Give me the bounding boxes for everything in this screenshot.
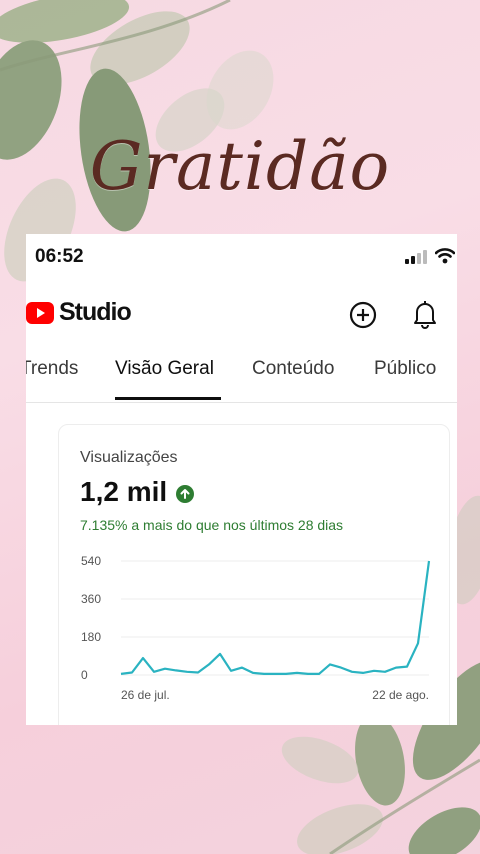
bell-icon[interactable] [410,298,440,330]
y-tick-label: 360 [81,592,101,606]
tab-visao-geral[interactable]: Visão Geral [115,358,214,380]
y-tick-label: 180 [81,630,101,644]
tab-trends[interactable]: Trends [26,358,78,380]
x-tick-label: 22 de ago. [372,688,429,702]
youtube-logo-icon [26,302,54,324]
app-name: Studio [59,298,132,326]
tab-publico[interactable]: Público [374,358,436,380]
signal-icon [405,250,427,264]
status-bar: 06:52 [26,234,457,280]
app-bar: Studio [26,296,457,334]
views-value: 1,2 mil [80,476,168,507]
status-time: 06:52 [35,246,84,267]
create-plus-icon[interactable] [348,300,378,330]
arrow-up-circle-icon [176,485,194,503]
wifi-icon [435,248,455,264]
active-tab-indicator [115,397,221,400]
studio-screenshot: 06:52 Studio Trends Visão [26,234,457,725]
x-tick-label: 26 de jul. [121,688,170,702]
gratitude-title: Gratidão [89,128,391,205]
tab-conteudo[interactable]: Conteúdo [252,358,334,380]
y-tick-label: 0 [81,668,88,682]
views-series-line [120,560,431,675]
views-line-chart: 540 360 180 0 26 de jul. 22 de ago. [81,554,431,702]
tab-bar: Trends Visão Geral Conteúdo Público [26,344,457,403]
views-card[interactable]: Visualizações 1,2 mil 7.135% a mais do q… [58,424,450,725]
views-title: Visualizações [80,449,178,466]
y-tick-label: 540 [81,554,101,568]
views-delta-text: 7.135% a mais do que nos últimos 28 dias [80,517,344,533]
